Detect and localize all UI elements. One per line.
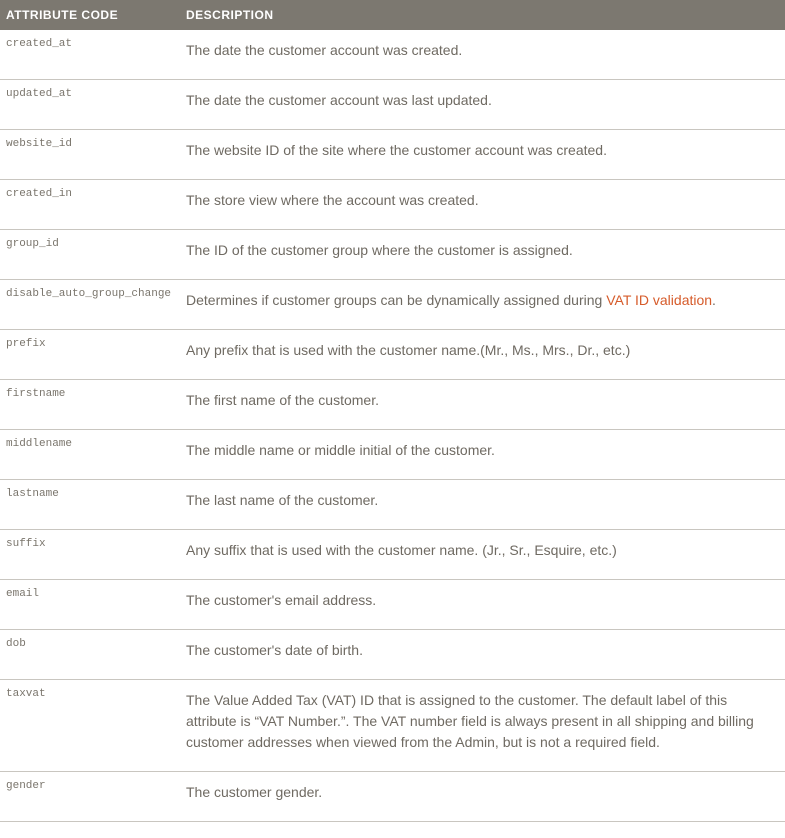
attr-desc: Any prefix that is used with the custome… (180, 330, 785, 380)
vat-id-validation-link[interactable]: VAT ID validation (606, 292, 712, 308)
desc-text-post: . (712, 292, 716, 308)
attr-code: taxvat (0, 680, 180, 772)
attr-desc: The customer's email address. (180, 580, 785, 630)
table-row: lastname The last name of the customer. (0, 480, 785, 530)
table-row: gender The customer gender. (0, 772, 785, 822)
attributes-table: ATTRIBUTE CODE DESCRIPTION created_at Th… (0, 0, 785, 822)
attr-desc: The customer's date of birth. (180, 630, 785, 680)
attr-code: updated_at (0, 80, 180, 130)
attr-code: gender (0, 772, 180, 822)
table-row: updated_at The date the customer account… (0, 80, 785, 130)
desc-text-pre: Determines if customer groups can be dyn… (186, 292, 606, 308)
table-row: middlename The middle name or middle ini… (0, 430, 785, 480)
attr-code: suffix (0, 530, 180, 580)
attr-desc: The date the customer account was create… (180, 30, 785, 80)
table-row: created_in The store view where the acco… (0, 180, 785, 230)
table-row: group_id The ID of the customer group wh… (0, 230, 785, 280)
attr-desc: The first name of the customer. (180, 380, 785, 430)
attr-desc: The date the customer account was last u… (180, 80, 785, 130)
attr-code: disable_auto_group_change (0, 280, 180, 330)
attr-desc: The Value Added Tax (VAT) ID that is ass… (180, 680, 785, 772)
attr-code: lastname (0, 480, 180, 530)
attr-code: dob (0, 630, 180, 680)
attr-desc: Any suffix that is used with the custome… (180, 530, 785, 580)
attr-code: email (0, 580, 180, 630)
attr-desc: The customer gender. (180, 772, 785, 822)
header-attribute-code: ATTRIBUTE CODE (0, 0, 180, 30)
table-row: website_id The website ID of the site wh… (0, 130, 785, 180)
attr-code: created_at (0, 30, 180, 80)
attr-desc: Determines if customer groups can be dyn… (180, 280, 785, 330)
attr-code: firstname (0, 380, 180, 430)
attr-code: group_id (0, 230, 180, 280)
header-description: DESCRIPTION (180, 0, 785, 30)
attr-desc: The last name of the customer. (180, 480, 785, 530)
table-row: prefix Any prefix that is used with the … (0, 330, 785, 380)
table-header-row: ATTRIBUTE CODE DESCRIPTION (0, 0, 785, 30)
table-row: email The customer's email address. (0, 580, 785, 630)
attr-desc: The website ID of the site where the cus… (180, 130, 785, 180)
table-row: firstname The first name of the customer… (0, 380, 785, 430)
attr-desc: The store view where the account was cre… (180, 180, 785, 230)
table-row: created_at The date the customer account… (0, 30, 785, 80)
attr-code: middlename (0, 430, 180, 480)
attr-code: prefix (0, 330, 180, 380)
table-row: suffix Any suffix that is used with the … (0, 530, 785, 580)
attr-desc: The middle name or middle initial of the… (180, 430, 785, 480)
attr-code: created_in (0, 180, 180, 230)
table-row: taxvat The Value Added Tax (VAT) ID that… (0, 680, 785, 772)
attr-desc: The ID of the customer group where the c… (180, 230, 785, 280)
table-row: dob The customer's date of birth. (0, 630, 785, 680)
table-row: disable_auto_group_change Determines if … (0, 280, 785, 330)
attr-code: website_id (0, 130, 180, 180)
